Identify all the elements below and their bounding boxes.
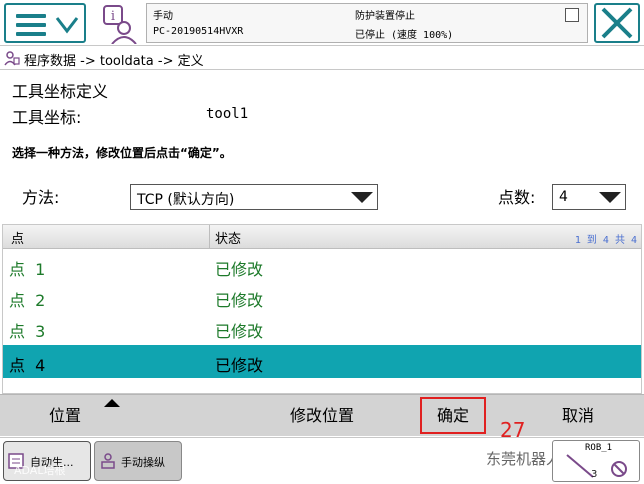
run-status: 已停止 (速度 100%) [355,30,454,41]
instruction-text: 选择一种方法，修改位置后点击“确定”。 [12,146,232,160]
table-row[interactable]: 点 1 已修改 [3,251,641,281]
table-row[interactable]: 点 3 已修改 [3,313,641,343]
event-log-icon[interactable]: i [96,4,140,44]
breadcrumb-text: 程序数据 -> tooldata -> 定义 [24,54,204,69]
status-cell: 已修改 [215,291,264,310]
tool-value: tool1 [206,106,249,122]
table-row[interactable]: 点 2 已修改 [3,282,641,312]
modify-position-button[interactable]: 修改位置 [276,401,368,431]
points-label: 点数: [498,188,536,207]
breadcrumb: 程序数据 -> tooldata -> 定义 [0,46,644,70]
table-header: 点 状态 1 到 4 共 4 [3,225,641,249]
method-label: 方法: [22,188,60,207]
status-panel[interactable]: 手动 PC-20190514HVXR 防护装置停止 已停止 (速度 100%) [146,3,588,43]
task-label: 手动操纵 [121,456,165,469]
close-icon [601,7,633,39]
method-value: TCP (默认方向) [137,192,235,208]
status-cell: 已修改 [215,260,264,279]
jogging-icon [101,453,115,469]
cancel-button[interactable]: 取消 [548,401,608,431]
hamburger-icon [16,14,46,36]
svg-text:i: i [111,9,115,24]
points-select[interactable]: 4 [552,184,626,210]
action-bar: 位置 修改位置 确定 取消 [0,394,644,436]
robot-status-button[interactable]: ROB_1 3 [552,440,640,482]
method-select[interactable]: TCP (默认方向) [130,184,378,210]
table-row-selected[interactable]: 点 4 已修改 [3,345,641,378]
points-table: 点 状态 1 到 4 共 4 点 1 已修改 点 2 已修改 点 3 已修改 点… [2,224,642,394]
controller-name: PC-20190514HVXR [153,26,244,37]
row-count: 1 到 4 共 4 [574,235,637,246]
robot-axis-icon: 3 [566,454,627,480]
tool-label: 工具坐标: [12,108,82,127]
position-button[interactable]: 位置 [30,401,100,431]
dropdown-arrow-icon [351,192,373,203]
close-button[interactable] [594,3,640,43]
point-cell: 点 1 [9,260,46,279]
status-cell: 已修改 [215,322,264,341]
top-bar: i 手动 PC-20190514HVXR 防护装置停止 已停止 (速度 100%… [0,0,644,46]
program-data-icon [4,51,20,66]
point-cell: 点 4 [9,356,46,375]
quickset-icon[interactable] [565,8,579,22]
points-value: 4 [559,189,568,205]
column-header-status[interactable]: 状态 [215,228,241,247]
status-cell: 已修改 [215,356,264,375]
page-title: 工具坐标定义 [12,82,109,101]
ok-button[interactable]: 确定 [422,401,484,431]
point-cell: 点 3 [9,322,46,341]
chevron-down-icon [55,17,79,34]
point-cell: 点 2 [9,291,46,310]
safety-status: 防护装置停止 [355,11,415,22]
expand-up-icon [104,399,120,407]
column-header-point[interactable]: 点 [11,228,24,247]
operating-mode: 手动 [153,11,173,22]
column-divider [209,225,210,249]
svg-text:3: 3 [591,469,597,480]
watermark-left: ADAL培根 [14,464,66,477]
task-jogging[interactable]: 手动操纵 [94,441,182,481]
main-menu-button[interactable] [4,3,86,43]
dropdown-arrow-icon [599,192,621,203]
